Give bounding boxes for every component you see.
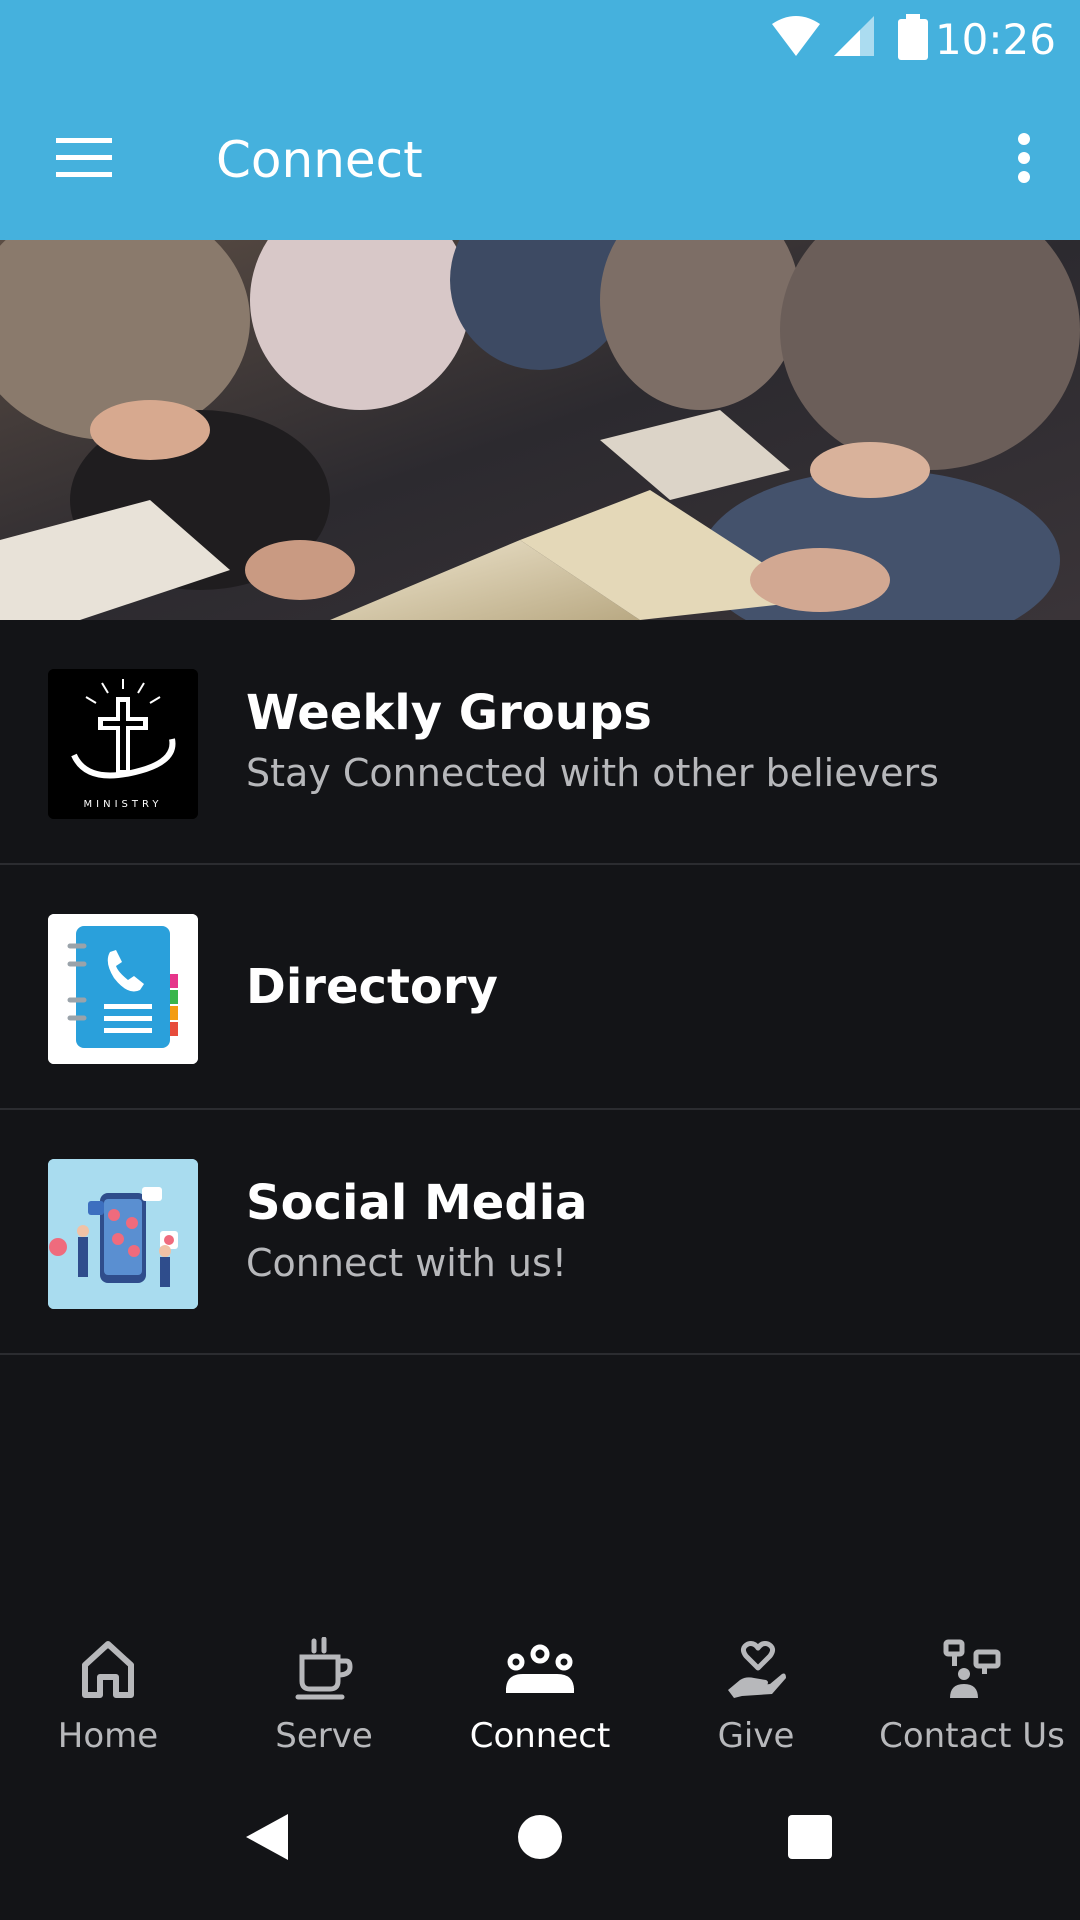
bottom-nav: Home Serve Connect Give Contact Us	[0, 1610, 1080, 1770]
system-nav-bar	[0, 1770, 1080, 1920]
nav-item-home[interactable]: Home	[0, 1610, 216, 1770]
list-item-weekly-groups[interactable]: MINISTRY Weekly Groups Stay Connected wi…	[0, 620, 1080, 865]
list-item-social-media[interactable]: Social Media Connect with us!	[0, 1110, 1080, 1355]
cell-signal-icon	[830, 14, 876, 62]
page-title: Connect	[216, 131, 423, 189]
connect-list: MINISTRY Weekly Groups Stay Connected wi…	[0, 620, 1080, 1355]
nav-label: Connect	[469, 1716, 611, 1756]
home-icon	[80, 1634, 136, 1704]
list-item-subtitle: Connect with us!	[246, 1240, 568, 1285]
nav-item-serve[interactable]: Serve	[216, 1610, 432, 1770]
coffee-cup-icon	[294, 1634, 354, 1704]
nav-item-give[interactable]: Give	[648, 1610, 864, 1770]
status-bar: 10:26	[0, 0, 1080, 80]
nav-item-contact-us[interactable]: Contact Us	[864, 1610, 1080, 1770]
nav-label: Serve	[275, 1716, 373, 1756]
list-item-text: Weekly Groups Stay Connected with other …	[246, 620, 939, 863]
heart-hand-icon	[724, 1634, 788, 1704]
ministry-cross-logo: MINISTRY	[48, 669, 198, 819]
list-item-title: Directory	[246, 958, 498, 1015]
list-item-title: Weekly Groups	[246, 684, 652, 741]
hero-image	[0, 240, 1080, 620]
list-item-directory[interactable]: Directory	[0, 865, 1080, 1110]
nav-label: Give	[717, 1716, 795, 1756]
nav-item-connect[interactable]: Connect	[432, 1610, 648, 1770]
nav-label: Home	[57, 1716, 159, 1756]
phone-book-icon	[48, 914, 198, 1064]
nav-label: Contact Us	[879, 1716, 1065, 1756]
menu-button[interactable]	[30, 108, 138, 212]
status-time: 10:26	[934, 15, 1056, 64]
group-icon	[503, 1634, 577, 1704]
list-item-text: Directory	[246, 865, 498, 1108]
list-item-text: Social Media Connect with us!	[246, 1110, 588, 1353]
overflow-menu-button[interactable]	[988, 108, 1060, 212]
wifi-icon	[770, 14, 822, 62]
hamburger-menu-icon	[56, 138, 112, 182]
battery-icon	[896, 14, 930, 64]
recents-icon[interactable]	[786, 1810, 834, 1868]
social-media-illustration	[48, 1159, 198, 1309]
back-icon[interactable]	[242, 1810, 292, 1868]
ministry-logo-text: MINISTRY	[84, 799, 163, 810]
list-item-title: Social Media	[246, 1174, 588, 1231]
more-vertical-icon	[1017, 133, 1031, 187]
contact-person-icon	[942, 1634, 1002, 1704]
app-bar: Connect	[0, 80, 1080, 240]
home-circle-icon[interactable]	[516, 1810, 564, 1868]
list-item-subtitle: Stay Connected with other believers	[246, 750, 939, 795]
